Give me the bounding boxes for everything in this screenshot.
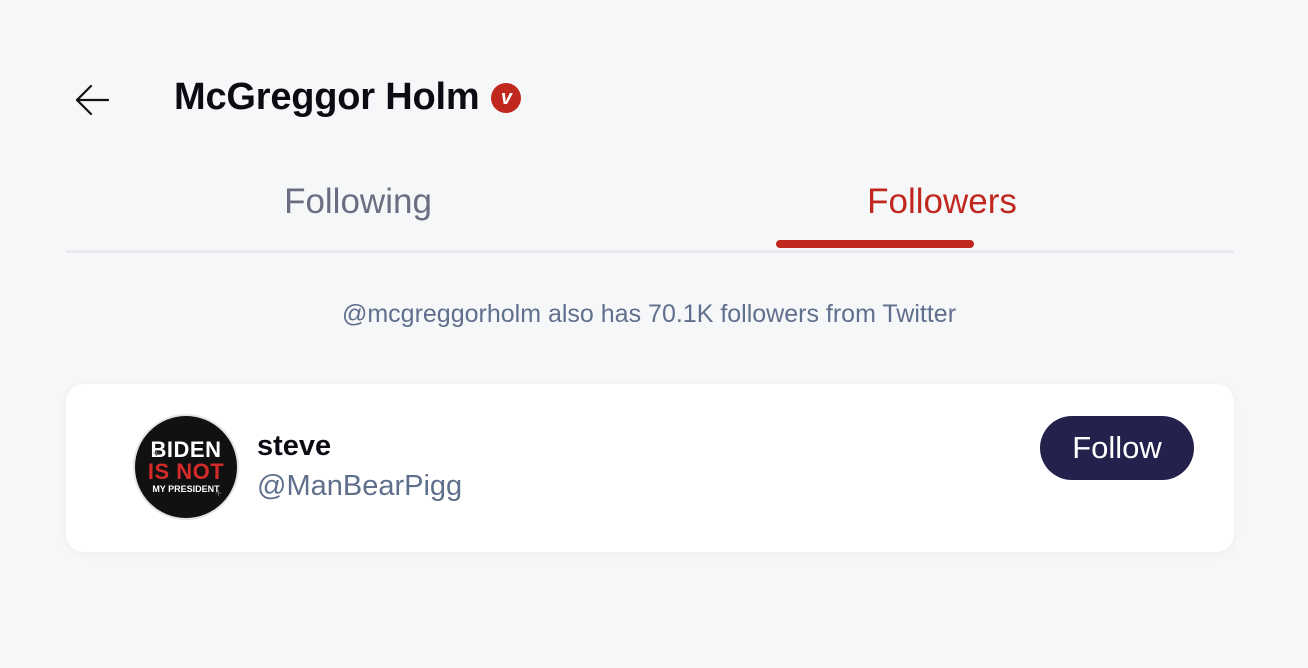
active-tab-indicator bbox=[776, 240, 974, 248]
back-button[interactable] bbox=[66, 74, 118, 126]
avatar-decoration: + bbox=[215, 486, 223, 500]
page-header bbox=[66, 70, 118, 130]
tab-followers[interactable]: Followers bbox=[650, 170, 1234, 250]
tab-following[interactable]: Following bbox=[66, 170, 650, 250]
follower-handle[interactable]: @ManBearPigg bbox=[257, 470, 462, 503]
avatar-text-line-3: MY PRESIDENT bbox=[152, 484, 220, 494]
avatar-decoration: + bbox=[153, 446, 161, 460]
avatar-text-line-2: IS NOT bbox=[147, 459, 225, 484]
tab-following-label: Following bbox=[284, 182, 432, 221]
page-title: McGreggor Holm v bbox=[174, 76, 522, 119]
avatar-text-line-1: BIDEN bbox=[150, 437, 222, 462]
avatar[interactable]: + + BIDEN IS NOT MY PRESIDENT bbox=[135, 416, 237, 518]
tab-bar: Following Followers bbox=[66, 170, 1234, 253]
arrow-left-icon bbox=[75, 84, 110, 116]
verified-badge-icon: v bbox=[491, 82, 522, 113]
profile-name: McGreggor Holm bbox=[174, 76, 480, 118]
follower-card: + + BIDEN IS NOT MY PRESIDENT steve @Man… bbox=[66, 384, 1234, 552]
follow-button[interactable]: Follow bbox=[1040, 416, 1194, 480]
twitter-followers-notice: @mcgreggorholm also has 70.1K followers … bbox=[341, 300, 957, 328]
follower-name[interactable]: steve bbox=[257, 430, 331, 463]
tab-followers-label: Followers bbox=[867, 182, 1017, 221]
